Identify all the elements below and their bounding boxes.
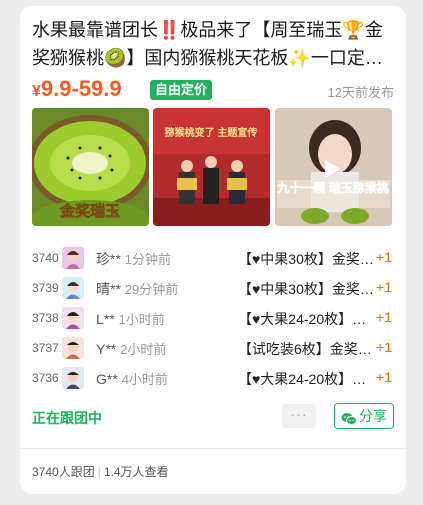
order-quantity: +1 [376,249,392,265]
share-button[interactable]: 分享 [334,403,394,429]
order-item: 【试吃装6枚】金奖瑞玉 [238,341,376,357]
product-image-kiwi[interactable]: 金奖瑞玉 [32,108,149,226]
price: ¥9.9-59.9 [32,76,122,101]
product-image-ceremony[interactable]: 猕猴桃变了 主题宣传 [153,108,270,226]
posted-time: 12天前发布 [327,85,394,100]
order-item: 【♥大果24-20枚】金奖瑞玉 [238,371,376,387]
order-user: L** 1小时前 [96,311,165,327]
order-user: Y** 2小时前 [96,341,167,357]
order-row[interactable]: 3739 晴** 29分钟前 【♥中果30枚】金奖瑞玉 +1 [20,276,406,300]
order-row[interactable]: 3740 珍** 1分钟前 【♥中果30枚】金奖瑞玉 +1 [20,246,406,270]
order-quantity: +1 [376,339,392,355]
order-item: 【♥大果24-20枚】金奖瑞玉 [238,311,376,327]
pricing-badge: 自由定价 [150,80,213,100]
order-row[interactable]: 3738 L** 1小时前 【♥大果24-20枚】金奖瑞玉 +1 [20,306,406,330]
order-item: 【♥中果30枚】金奖瑞玉 [238,281,376,297]
order-row[interactable]: 3736 G** 4小时前 【♥大果24-20枚】金奖瑞玉 +1 [20,366,406,390]
more-button[interactable]: ··· [282,404,316,428]
order-quantity: +1 [376,309,392,325]
order-number: 3739 [32,281,59,295]
product-video-thumbnail[interactable]: 九十一颗 瑞玉猕猴桃 [275,108,392,226]
order-user: 珍** 1分钟前 [96,251,172,267]
stats-separator: | [97,465,101,479]
post-title[interactable]: 水果最靠谱团长‼️极品来了【周至瑞玉🏆金奖猕猴桃🥝】国内猕猴桃天花板✨一口定终生… [32,16,394,72]
order-row[interactable]: 3737 Y** 2小时前 【试吃装6枚】金奖瑞玉 +1 [20,336,406,360]
wechat-icon [341,409,357,433]
order-number: 3738 [32,311,59,325]
view-count: 1.4万人查看 [103,465,169,479]
avatar[interactable] [62,277,84,299]
group-buy-card[interactable]: 水果最靠谱团长‼️极品来了【周至瑞玉🏆金奖猕猴桃🥝】国内猕猴桃天花板✨一口定终生… [20,6,406,494]
group-stats: 3740人跟团 | 1.4万人查看 [32,463,169,480]
avatar[interactable] [62,337,84,359]
order-number: 3740 [32,251,59,265]
share-label: 分享 [359,408,387,424]
order-item: 【♥中果30枚】金奖瑞玉 [238,251,376,267]
avatar[interactable] [62,307,84,329]
following-status[interactable]: 正在跟团中 [32,408,102,428]
divider [20,448,406,449]
order-quantity: +1 [376,369,392,385]
order-user: G** 4小时前 [96,371,168,387]
avatar[interactable] [62,367,84,389]
order-number: 3736 [32,371,59,385]
image-gallery: 金奖瑞玉 猕猴桃变了 主题宣传 九十一颗 瑞玉猕猴桃 [32,108,396,226]
joined-count: 3740人跟团 [32,465,95,479]
image-caption: 金奖瑞玉 [59,202,120,220]
image-caption: 猕猴桃变了 主题宣传 [165,126,258,139]
price-row: ¥9.9-59.9 自由定价 12天前发布 [32,76,394,104]
image-caption: 九十一颗 瑞玉猕猴桃 [276,180,388,195]
order-quantity: +1 [376,279,392,295]
order-number: 3737 [32,341,59,355]
order-user: 晴** 29分钟前 [96,281,179,297]
avatar[interactable] [62,247,84,269]
